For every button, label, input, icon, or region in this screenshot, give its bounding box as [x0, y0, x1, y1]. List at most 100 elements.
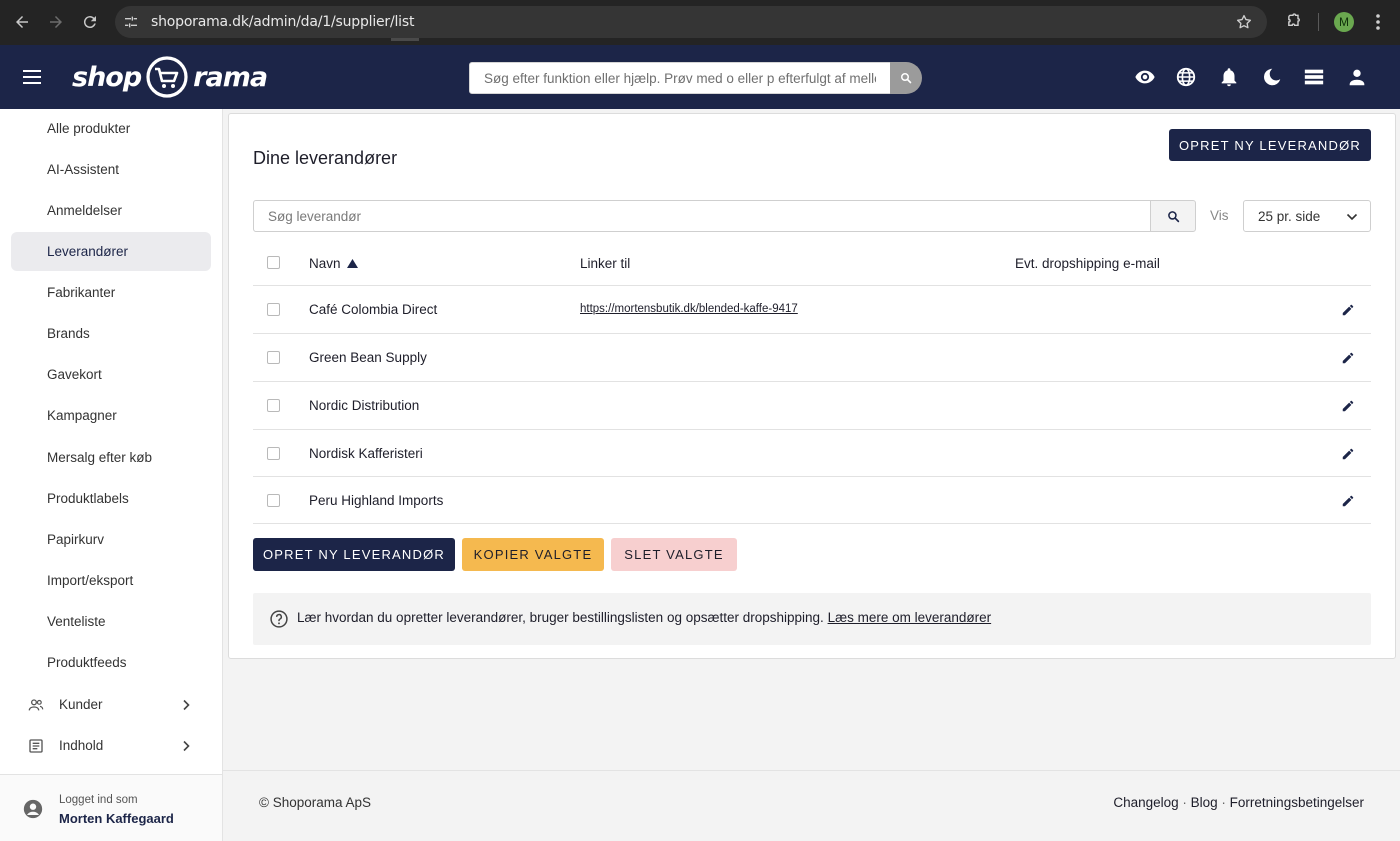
eye-icon[interactable] — [1134, 66, 1156, 88]
supplier-name[interactable]: Café Colombia Direct — [309, 302, 437, 317]
per-page-label: Vis — [1210, 208, 1229, 223]
per-page-value: 25 pr. side — [1258, 209, 1321, 224]
sidebar-item-gavekort[interactable]: Gavekort — [11, 355, 211, 394]
site-settings-icon[interactable] — [123, 14, 139, 30]
sidebar-item-produktfeeds[interactable]: Produktfeeds — [11, 643, 211, 682]
logged-in-user[interactable]: Logget ind som Morten Kaffegaard — [0, 774, 222, 841]
sidebar-group-indhold[interactable]: Indhold — [11, 726, 211, 765]
sidebar-item-kampagner[interactable]: Kampagner — [11, 396, 211, 435]
bookmark-star-icon[interactable] — [1235, 13, 1253, 31]
table-row: Nordisk Kafferisteri — [253, 429, 1371, 477]
column-header-links: Linker til — [580, 256, 631, 271]
sidebar: Alle produkter AI-Assistent Anmeldelser … — [0, 109, 223, 841]
sidebar-item-venteliste[interactable]: Venteliste — [11, 602, 211, 641]
reload-icon[interactable] — [81, 13, 99, 31]
article-icon — [28, 738, 44, 754]
chevron-right-icon — [181, 740, 191, 752]
bell-icon[interactable] — [1218, 66, 1240, 88]
footer-link-changelog[interactable]: Changelog — [1113, 795, 1178, 810]
supplier-name[interactable]: Nordisk Kafferisteri — [309, 446, 423, 461]
footer-link-blog[interactable]: Blog — [1191, 795, 1218, 810]
select-all-checkbox[interactable] — [267, 256, 280, 269]
edit-pencil-icon[interactable] — [1341, 494, 1355, 508]
account-icon[interactable] — [1346, 66, 1368, 88]
supplier-search-button[interactable] — [1150, 200, 1196, 232]
sidebar-item-alle-produkter[interactable]: Alle produkter — [11, 109, 211, 148]
back-arrow-icon[interactable] — [13, 13, 31, 31]
supplier-name[interactable]: Green Bean Supply — [309, 350, 427, 365]
supplier-link[interactable]: https://mortensbutik.dk/blended-kaffe-94… — [580, 303, 798, 315]
supplier-search-field[interactable] — [253, 200, 1151, 232]
storage-icon[interactable] — [1303, 66, 1325, 88]
suppliers-card: Dine leverandører Opret ny leverandør Vi… — [228, 113, 1396, 659]
edit-pencil-icon[interactable] — [1341, 351, 1355, 365]
per-page-select[interactable]: 25 pr. side — [1243, 200, 1371, 232]
global-search-field[interactable] — [469, 62, 891, 94]
sidebar-item-anmeldelser[interactable]: Anmeldelser — [11, 191, 211, 230]
delete-selected-button[interactable]: SLET VALGTE — [611, 538, 737, 571]
supplier-search-input[interactable] — [254, 201, 1150, 231]
profile-avatar[interactable]: M — [1334, 12, 1354, 32]
url-text[interactable]: shoporama.dk/admin/da/1/supplier/list — [151, 14, 414, 30]
browser-toolbar: shoporama.dk/admin/da/1/supplier/list M — [0, 0, 1400, 45]
sidebar-group-kunder[interactable]: Kunder — [11, 685, 211, 724]
extensions-puzzle-icon[interactable] — [1283, 12, 1303, 32]
logo-text-shop: shop — [72, 61, 142, 93]
help-read-more-link[interactable]: Læs mere om leverandører — [828, 610, 992, 625]
sidebar-item-mersalg[interactable]: Mersalg efter køb — [11, 438, 211, 477]
edit-pencil-icon[interactable] — [1341, 447, 1355, 461]
logo-text-rama: rama — [193, 61, 268, 93]
table-row: Café Colombia Direct https://mortensbuti… — [253, 285, 1371, 333]
sidebar-item-brands[interactable]: Brands — [11, 314, 211, 353]
chevron-down-icon — [1346, 213, 1358, 221]
table-row: Nordic Distribution — [253, 381, 1371, 429]
table-row: Peru Highland Imports — [253, 476, 1371, 524]
copyright-text: © Shoporama ApS — [259, 795, 372, 810]
loading-indicator — [391, 38, 419, 41]
row-checkbox[interactable] — [267, 447, 280, 460]
help-box: Lær hvordan du opretter leverandører, br… — [253, 593, 1371, 645]
hamburger-menu-icon[interactable] — [22, 65, 42, 89]
sidebar-group-label: Kunder — [59, 697, 103, 712]
globe-icon[interactable] — [1175, 66, 1197, 88]
create-supplier-button-top[interactable]: Opret ny leverandør — [1169, 129, 1371, 161]
column-header-name[interactable]: Navn — [309, 256, 358, 271]
footer-link-terms[interactable]: Forretningsbetingelser — [1230, 795, 1364, 810]
sidebar-group-label: Indhold — [59, 738, 104, 753]
global-search-input[interactable] — [470, 63, 890, 93]
sidebar-item-fabrikanter[interactable]: Fabrikanter — [11, 273, 211, 312]
row-checkbox[interactable] — [267, 399, 280, 412]
sidebar-item-ai-assistent[interactable]: AI-Assistent — [11, 150, 211, 189]
sidebar-item-produktlabels[interactable]: Produktlabels — [11, 479, 211, 518]
sort-ascending-icon — [346, 259, 358, 268]
user-name: Morten Kaffegaard — [59, 811, 174, 826]
forward-arrow-icon[interactable] — [47, 13, 65, 31]
row-checkbox[interactable] — [267, 303, 280, 316]
edit-pencil-icon[interactable] — [1341, 399, 1355, 413]
address-bar[interactable]: shoporama.dk/admin/da/1/supplier/list — [115, 6, 1267, 38]
sidebar-item-import-eksport[interactable]: Import/eksport — [11, 561, 211, 600]
sidebar-item-papirkurv[interactable]: Papirkurv — [11, 520, 211, 559]
column-header-email: Evt. dropshipping e-mail — [1015, 256, 1160, 271]
sidebar-item-leverandorer[interactable]: Leverandører — [11, 232, 211, 271]
user-avatar-icon — [22, 798, 44, 820]
people-icon — [28, 697, 44, 713]
edit-pencil-icon[interactable] — [1341, 303, 1355, 317]
row-checkbox[interactable] — [267, 351, 280, 364]
create-supplier-button-bottom[interactable]: Opret ny leverandør — [253, 538, 455, 571]
help-question-icon — [269, 609, 289, 629]
app-header: shop rama — [0, 45, 1400, 109]
shoporama-logo[interactable]: shop rama — [72, 53, 268, 101]
row-checkbox[interactable] — [267, 494, 280, 507]
page-title: Dine leverandører — [253, 148, 398, 168]
help-text-body: Lær hvordan du opretter leverandører, br… — [297, 610, 824, 625]
footer-links: Changelog · Blog · Forretningsbetingelse… — [1113, 795, 1364, 810]
global-search-button[interactable] — [890, 62, 922, 94]
footer-separator: · — [1178, 795, 1191, 810]
browser-menu-icon[interactable] — [1370, 12, 1386, 32]
copy-selected-button[interactable]: KOPIER VALGTE — [462, 538, 604, 571]
supplier-name[interactable]: Nordic Distribution — [309, 398, 419, 413]
supplier-name[interactable]: Peru Highland Imports — [309, 493, 443, 508]
table-bottom-border — [253, 523, 1371, 524]
dark-mode-moon-icon[interactable] — [1261, 66, 1283, 88]
